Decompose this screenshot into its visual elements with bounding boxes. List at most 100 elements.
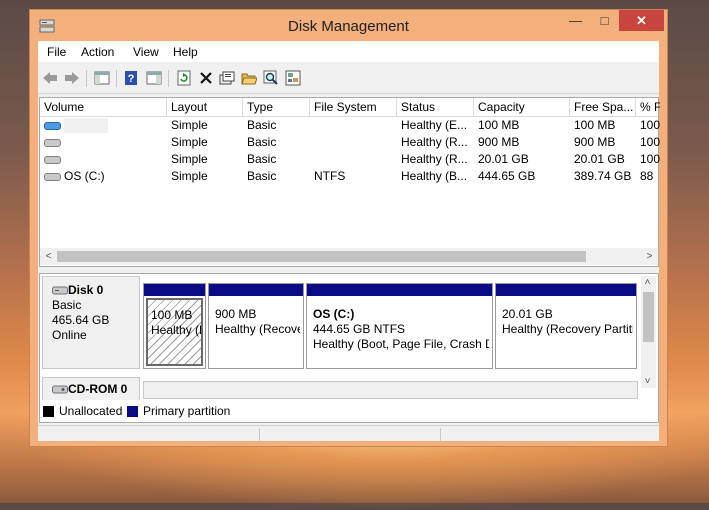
column-header-file-system[interactable]: File System [310,98,397,116]
properties-icon[interactable] [218,69,236,87]
file-system-cell: NTFS [314,169,346,183]
close-button[interactable]: ✕ [619,10,664,31]
disk-0-info[interactable]: Disk 0 Basic 465.64 GB Online [42,276,140,369]
forward-icon[interactable] [63,69,81,87]
column-header-capacity[interactable]: Capacity [474,98,570,116]
column-header-free-space[interactable]: Free Spa... [570,98,636,116]
volume-row[interactable]: Simple Basic Healthy (E... 100 MB 100 MB… [40,117,660,134]
partition-recovery-2[interactable]: 20.01 GB Healthy (Recovery Partiti [495,283,637,369]
back-icon[interactable] [41,69,59,87]
partition-size: 900 MB [215,307,257,321]
cdrom-0-info[interactable]: CD-ROM 0 [42,377,140,401]
scroll-down-arrow[interactable]: ˅ [640,373,655,390]
status-cell: Healthy (E... [401,118,468,132]
partition-body: OS (C:) 444.65 GB NTFS Healthy (Boot, Pa… [309,298,490,366]
partition-header-bar [496,284,636,296]
column-header-volume[interactable]: Volume [40,98,167,116]
volume-row[interactable]: Simple Basic Healthy (R... 20.01 GB 20.0… [40,151,660,168]
percent-free-cell: 100 [640,118,660,132]
file-system-cell [310,134,397,151]
title-bar[interactable]: Disk Management — □ ✕ [30,10,667,41]
partition-header-bar [209,284,303,296]
toolbar-separator [86,70,87,87]
menu-view[interactable]: View [133,45,159,59]
scroll-right-arrow[interactable]: > [641,248,658,265]
column-header-layout[interactable]: Layout [167,98,243,116]
percent-free-cell: 100 [640,152,660,166]
column-header-percent-free[interactable]: % F [636,98,660,116]
volume-drive-icon [44,172,61,181]
disk-management-window: Disk Management — □ ✕ File Action View H… [29,9,668,447]
scrollbar-thumb[interactable] [643,292,654,342]
volume-name-cell [40,134,167,151]
type-cell: Basic [247,118,277,132]
toolbar-separator [116,70,117,87]
show-hide-console-tree-icon[interactable] [93,69,111,87]
minimize-button[interactable]: — [562,10,589,31]
layout-cell: Simple [171,169,208,183]
partition-body: 900 MB Healthy (Recove [211,298,301,366]
partition-header-bar [144,284,205,296]
toolbar-separator [168,70,169,87]
free-space-cell: 20.01 GB [574,152,625,166]
status-cell: Healthy (R... [401,152,468,166]
type-cell: Basic [247,135,277,149]
volume-name-cell [40,117,167,134]
capacity-cell: 20.01 GB [478,152,529,166]
partition-efi[interactable]: 100 MB Healthy (E [143,283,206,369]
partition-status: Healthy (E [151,323,203,337]
layout-cell: Simple [171,135,208,149]
delete-icon[interactable] [197,69,215,87]
volume-name-cell: OS (C:) [40,168,167,185]
file-system-cell [310,151,397,168]
partition-size: 444.65 GB NTFS [313,322,406,336]
menu-action[interactable]: Action [81,45,114,59]
explore-icon[interactable] [262,69,280,87]
percent-free-cell: 88 [640,169,654,183]
volume-row[interactable]: OS (C:) Simple Basic NTFS Healthy (B... … [40,168,658,185]
maximize-button[interactable]: □ [591,10,618,31]
partition-body: 20.01 GB Healthy (Recovery Partiti [498,298,634,366]
scroll-up-arrow[interactable]: ˄ [640,274,655,291]
legend-label: Unallocated [59,404,123,418]
horizontal-scrollbar[interactable]: < > [40,248,658,265]
toolbar: ? [38,64,659,94]
graphical-vertical-scrollbar[interactable]: ˄ ˅ [641,276,656,388]
menu-help[interactable]: Help [173,45,198,59]
partition-size: 20.01 GB [502,307,553,321]
disk-type: Basic [52,298,82,312]
free-space-cell: 389.74 GB [574,169,632,183]
disk-graphical-view: Disk 0 Basic 465.64 GB Online 100 MB Hea… [39,273,659,423]
cdrom-media-area[interactable] [143,381,638,399]
volume-drive-icon [44,155,61,164]
status-cell: Healthy (R... [401,135,468,149]
open-icon[interactable] [240,69,258,87]
layout-cell: Simple [171,118,208,132]
partition-size: 100 MB [151,308,193,322]
free-space-cell: 900 MB [574,135,616,149]
refresh-icon[interactable] [175,69,193,87]
volume-selection-highlight [64,118,108,134]
help-icon[interactable]: ? [122,69,140,87]
menu-file[interactable]: File [47,45,66,59]
disk-name: Disk 0 [68,283,104,297]
column-header-type[interactable]: Type [243,98,310,116]
partition-status: Healthy (Recovery Partiti [502,322,634,336]
scroll-left-arrow[interactable]: < [40,248,57,265]
partition-recovery-1[interactable]: 900 MB Healthy (Recove [208,283,304,369]
percent-free-cell: 100 [640,135,660,149]
scrollbar-thumb[interactable] [57,251,586,262]
svg-text:?: ? [128,73,135,85]
volume-row[interactable]: Simple Basic Healthy (R... 900 MB 900 MB… [40,134,660,151]
legend-swatch [127,405,138,417]
column-header-status[interactable]: Status [397,98,474,116]
legend-item-primary: Primary partition [127,404,230,418]
legend-item-unallocated: Unallocated [43,404,122,418]
free-space-cell: 100 MB [574,118,616,132]
partition-os-c[interactable]: OS (C:) 444.65 GB NTFS Healthy (Boot, Pa… [306,283,493,369]
legend-swatch [43,405,54,417]
rescan-disks-icon[interactable] [284,69,302,87]
cdrom-name: CD-ROM 0 [68,382,128,396]
properties-pane-icon[interactable] [145,69,163,87]
client-area: File Action View Help ? Volume Layout Ty… [38,41,660,441]
